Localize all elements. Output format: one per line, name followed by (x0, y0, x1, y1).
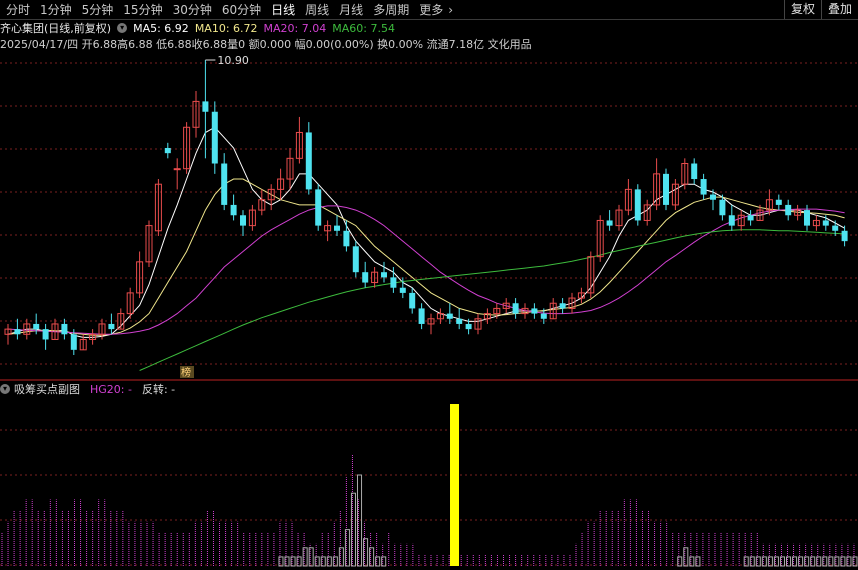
candle-body (747, 215, 754, 221)
candle-body (33, 323, 40, 330)
candle-body (221, 163, 228, 205)
candle-body (728, 215, 735, 226)
candle-body (362, 272, 369, 283)
candle-body (775, 199, 782, 205)
kline-chart[interactable]: 10.90 榜 (0, 0, 858, 570)
candle-body (14, 329, 21, 335)
buy-signal-bar (450, 404, 459, 566)
candle-body (456, 318, 463, 324)
candle-body (634, 189, 641, 221)
candle-body (230, 204, 237, 216)
candle-body (785, 204, 792, 216)
candle-body (240, 215, 246, 226)
candle-body (61, 323, 68, 335)
candle-body (832, 225, 839, 231)
candle-body (211, 111, 218, 164)
candle-body (710, 194, 716, 200)
candle-body (352, 246, 359, 273)
candle-body (559, 303, 566, 309)
reversal-label: 反转: - (141, 383, 176, 396)
candle-body (399, 287, 406, 293)
candle-body (381, 272, 387, 278)
high-price-label: 10.90 (217, 54, 249, 67)
candle-body (390, 277, 397, 288)
candle-body (804, 210, 810, 226)
rank-badge-label: 榜 (181, 366, 191, 379)
candle-body (700, 179, 707, 195)
candle-body (663, 173, 669, 205)
sub-chart-legend: ▾ 吸筹买点副图 HG20: - 反转: - (0, 381, 175, 397)
candle-body (446, 313, 453, 319)
candle-body (343, 230, 350, 247)
candle-body (512, 303, 519, 314)
candle-body (315, 189, 322, 226)
chevron-down-icon[interactable]: ▾ (0, 384, 10, 394)
sub-title: 吸筹买点副图 (14, 383, 80, 396)
candle-body (531, 308, 538, 314)
candle-body (606, 220, 613, 226)
candle-body (409, 292, 416, 309)
candle-body (173, 168, 181, 171)
candle-body (540, 313, 547, 319)
hg20-label: HG20: - (90, 382, 132, 396)
candle-body (465, 323, 472, 330)
candle-body (841, 230, 848, 242)
ma-line-ma20 (7, 205, 845, 335)
candle-body (305, 132, 312, 190)
candle-body (719, 199, 726, 216)
candle-body (822, 220, 829, 226)
candle-body (691, 163, 698, 180)
candle-body (202, 101, 209, 112)
candle-body (108, 323, 115, 330)
candle-body (334, 225, 340, 231)
candle-body (164, 147, 171, 154)
candle-body (418, 308, 425, 324)
candle-body (42, 329, 49, 340)
candle-body (70, 334, 77, 350)
ma-line-ma60 (139, 229, 845, 371)
